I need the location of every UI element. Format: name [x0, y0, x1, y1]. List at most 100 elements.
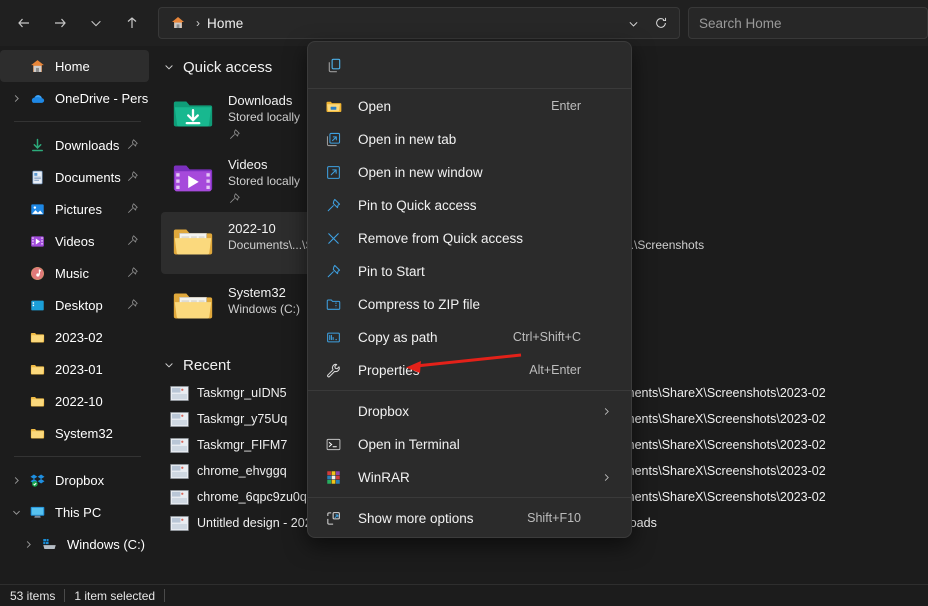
pin-icon[interactable]: [126, 138, 139, 151]
context-menu-item-open-in-new-tab[interactable]: Open in new tab: [311, 123, 628, 155]
sidebar-item-onedrive-pers[interactable]: OneDrive - Pers: [0, 82, 149, 114]
sidebar-item-2022-10[interactable]: 2022-10: [0, 385, 149, 417]
sidebar-item-documents[interactable]: Documents: [0, 161, 149, 193]
quick-access-tile-subtitle: Stored locally: [228, 173, 300, 190]
sidebar-item-label: Home: [55, 59, 90, 74]
recent-row-name: chrome_6qpc9zu0qT: [197, 490, 314, 504]
context-menu-item-copy-as-path[interactable]: Copy as pathCtrl+Shift+C: [311, 321, 628, 353]
context-menu-item-pin-to-start[interactable]: Pin to Start: [311, 255, 628, 287]
chevron-down-icon[interactable]: [619, 9, 647, 37]
recent-row-name: Taskmgr_FIFM7: [197, 438, 287, 452]
pictures-icon: [28, 200, 46, 218]
sidebar-item-label: Windows (C:): [67, 537, 145, 552]
context-menu-item-pin-to-quick-access[interactable]: Pin to Quick access: [311, 189, 628, 221]
winrar-icon: [323, 467, 343, 487]
pin-icon[interactable]: [228, 128, 241, 141]
refresh-icon[interactable]: [647, 9, 675, 37]
pin-icon[interactable]: [126, 234, 139, 247]
videos-folder-icon: [169, 154, 217, 202]
copy-icon[interactable]: [320, 51, 348, 79]
context-menu-item-properties[interactable]: PropertiesAlt+Enter: [311, 354, 628, 386]
context-menu-item-show-more-options[interactable]: Show more options Shift+F10: [311, 502, 628, 534]
sidebar-item-pictures[interactable]: Pictures: [0, 193, 149, 225]
chevron-down-icon[interactable]: [8, 504, 24, 520]
breadcrumb-path[interactable]: Home: [207, 16, 243, 31]
sidebar-item-label: Dropbox: [55, 473, 104, 488]
sidebar-item-downloads[interactable]: Downloads: [0, 129, 149, 161]
recent-locations-button[interactable]: [80, 7, 112, 39]
context-menu-item-open[interactable]: OpenEnter: [311, 90, 628, 122]
context-menu-divider: [308, 497, 631, 498]
context-menu-item-dropbox[interactable]: Dropbox: [311, 395, 628, 427]
context-menu-item-winrar[interactable]: WinRAR: [311, 461, 628, 493]
context-menu-item-remove-from-quick-access[interactable]: Remove from Quick access: [311, 222, 628, 254]
sidebar-item-label: Videos: [55, 234, 95, 249]
search-input[interactable]: Search Home: [688, 7, 928, 39]
sidebar-item-music[interactable]: Music: [0, 257, 149, 289]
image-thumb-icon: [169, 437, 189, 453]
back-button[interactable]: [8, 7, 40, 39]
sidebar-item-dropbox[interactable]: Dropbox: [0, 464, 149, 496]
context-menu-item-open-in-new-window[interactable]: Open in new window: [311, 156, 628, 188]
context-menu-item-label: Show more options: [358, 511, 474, 526]
drive-icon: [40, 535, 58, 553]
sidebar-item-videos[interactable]: Videos: [0, 225, 149, 257]
image-thumb-icon: [169, 385, 189, 401]
chevron-right-icon[interactable]: [601, 406, 612, 417]
chevron-down-icon[interactable]: [161, 359, 177, 371]
sidebar-item-2023-01[interactable]: 2023-01: [0, 353, 149, 385]
recent-row-name: Taskmgr_y75Uq: [197, 412, 287, 426]
chevron-right-icon[interactable]: [8, 90, 24, 106]
image-thumb-icon: [169, 515, 189, 531]
chevron-right-icon[interactable]: [8, 472, 24, 488]
status-bar: 53 items 1 item selected: [0, 584, 928, 606]
sidebar-item-label: Pictures: [55, 202, 102, 217]
image-thumb-icon: [169, 489, 189, 505]
folder-thumb-icon: [169, 282, 217, 330]
context-menu-item-label: Remove from Quick access: [358, 231, 523, 246]
pin-icon[interactable]: [126, 298, 139, 311]
context-menu[interactable]: OpenEnterOpen in new tab Open in new wind…: [307, 41, 632, 538]
sidebar-item-label: 2023-01: [55, 362, 103, 377]
up-button[interactable]: [116, 7, 148, 39]
context-menu-item-shortcut: Shift+F10: [527, 511, 581, 525]
context-menu-header: [308, 42, 631, 88]
sidebar-item-2023-02[interactable]: 2023-02: [0, 321, 149, 353]
chevron-right-icon[interactable]: [601, 472, 612, 483]
home-icon: [167, 12, 189, 34]
sidebar-item-label: System32: [55, 426, 113, 441]
chevron-right-icon[interactable]: [20, 536, 36, 552]
documents-icon: [28, 168, 46, 186]
sidebar-item-home[interactable]: Home: [0, 50, 149, 82]
sidebar-item-label: Desktop: [55, 298, 103, 313]
sidebar-item-this-pc[interactable]: This PC: [0, 496, 149, 528]
sidebar-item-desktop[interactable]: Desktop: [0, 289, 149, 321]
chevron-placeholder: [8, 137, 24, 153]
quick-access-tile-name: Downloads: [228, 92, 300, 109]
downloads-folder-icon: [169, 90, 217, 138]
chevron-down-icon[interactable]: [161, 61, 177, 73]
pin-icon[interactable]: [126, 170, 139, 183]
sidebar-item-system32[interactable]: System32: [0, 417, 149, 449]
pin-icon[interactable]: [228, 192, 241, 205]
chevron-placeholder: [8, 361, 24, 377]
file-explorer-window: › Home Search Home Home OneDrive - Pers Do…: [0, 0, 928, 606]
context-menu-item-label: WinRAR: [358, 470, 410, 485]
context-menu-item-label: Compress to ZIP file: [358, 297, 480, 312]
sidebar-item-label: OneDrive - Pers: [55, 91, 148, 106]
navigation-pane[interactable]: Home OneDrive - Pers DownloadsDocuments Pic…: [0, 46, 153, 584]
context-menu-item-label: Open in Terminal: [358, 437, 460, 452]
pin-icon[interactable]: [126, 266, 139, 279]
forward-button[interactable]: [44, 7, 76, 39]
address-bar[interactable]: › Home: [158, 7, 680, 39]
pin-icon[interactable]: [126, 202, 139, 215]
search-placeholder: Search Home: [699, 16, 782, 31]
context-menu-item-open-in-terminal[interactable]: Open in Terminal: [311, 428, 628, 460]
context-menu-item-compress-to-zip-file[interactable]: Compress to ZIP file: [311, 288, 628, 320]
new-tab-icon: [323, 129, 343, 149]
quick-access-tile-subtitle: Windows (C:): [228, 301, 300, 318]
context-menu-item-label: Open in new window: [358, 165, 483, 180]
chevron-placeholder: [8, 329, 24, 345]
sidebar-item-windows-c[interactable]: Windows (C:): [0, 528, 149, 560]
pin-icon: [323, 261, 343, 281]
